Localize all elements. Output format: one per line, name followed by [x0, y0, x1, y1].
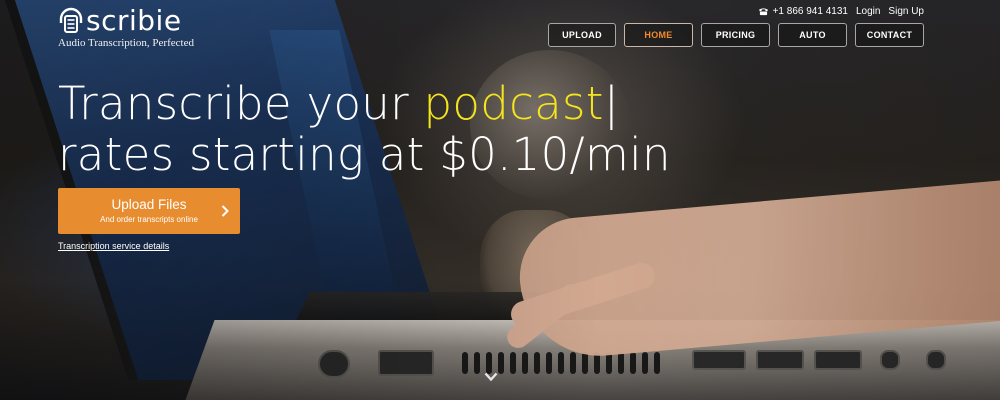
- chevron-right-icon: [221, 205, 229, 217]
- headline-line-2: rates starting at $0.10/min: [58, 128, 671, 181]
- upload-button-subtitle: And order transcripts online: [100, 215, 198, 224]
- top-utility-bar: +1 866 941 4131 Login Sign Up: [758, 6, 924, 17]
- hero-headline: Transcribe your podcast| rates starting …: [58, 78, 671, 180]
- headphones-logo-icon: [59, 7, 83, 33]
- headline-prefix: Transcribe your: [58, 77, 424, 130]
- nav-contact[interactable]: CONTACT: [855, 23, 924, 47]
- headline-highlight-word: podcast: [423, 77, 604, 130]
- upload-files-button[interactable]: Upload Files And order transcripts onlin…: [58, 188, 240, 234]
- chevron-down-icon[interactable]: [484, 372, 498, 382]
- login-link[interactable]: Login: [856, 6, 880, 17]
- logo-text: scribie: [86, 4, 182, 37]
- tagline: Audio Transcription, Perfected: [58, 37, 194, 49]
- signup-link[interactable]: Sign Up: [888, 6, 924, 17]
- phone-number[interactable]: +1 866 941 4131: [758, 6, 848, 17]
- typing-cursor: |: [603, 77, 620, 130]
- phone-text: +1 866 941 4131: [772, 6, 848, 17]
- headline-line-1: Transcribe your podcast|: [58, 78, 671, 129]
- main-nav: UPLOAD HOME PRICING AUTO CONTACT: [548, 23, 924, 47]
- hero-section: scribie Audio Transcription, Perfected +…: [0, 0, 1000, 400]
- phone-icon: [758, 8, 768, 16]
- service-details-link[interactable]: Transcription service details: [58, 241, 169, 251]
- nav-auto[interactable]: AUTO: [778, 23, 847, 47]
- brand-logo[interactable]: scribie Audio Transcription, Perfected: [58, 4, 194, 50]
- upload-button-title: Upload Files: [111, 197, 187, 212]
- nav-home[interactable]: HOME: [624, 23, 693, 47]
- nav-upload[interactable]: UPLOAD: [548, 23, 616, 47]
- nav-pricing[interactable]: PRICING: [701, 23, 770, 47]
